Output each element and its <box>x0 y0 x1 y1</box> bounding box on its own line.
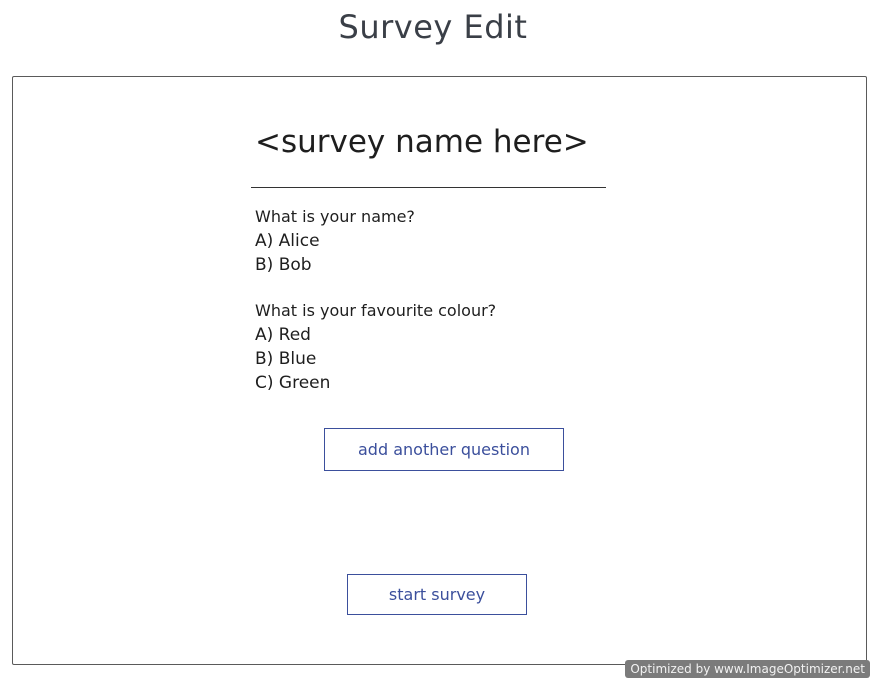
answer-option[interactable]: C) Green <box>255 371 655 395</box>
question-text[interactable]: What is your name? <box>255 205 655 229</box>
add-question-button[interactable]: add another question <box>324 428 564 471</box>
title-divider <box>251 187 606 188</box>
page-title: Survey Edit <box>338 8 528 46</box>
survey-name-heading[interactable]: <survey name here> <box>255 124 589 160</box>
question-item: What is your name? A) Alice B) Bob <box>255 205 655 277</box>
answer-option[interactable]: A) Alice <box>255 229 655 253</box>
start-survey-button[interactable]: start survey <box>347 574 527 615</box>
question-list: What is your name? A) Alice B) Bob What … <box>255 205 655 417</box>
answer-option[interactable]: B) Blue <box>255 347 655 371</box>
answer-option[interactable]: A) Red <box>255 323 655 347</box>
question-text[interactable]: What is your favourite colour? <box>255 299 655 323</box>
question-item: What is your favourite colour? A) Red B)… <box>255 299 655 395</box>
answer-option[interactable]: B) Bob <box>255 253 655 277</box>
watermark: Optimized by www.ImageOptimizer.net <box>625 660 870 678</box>
